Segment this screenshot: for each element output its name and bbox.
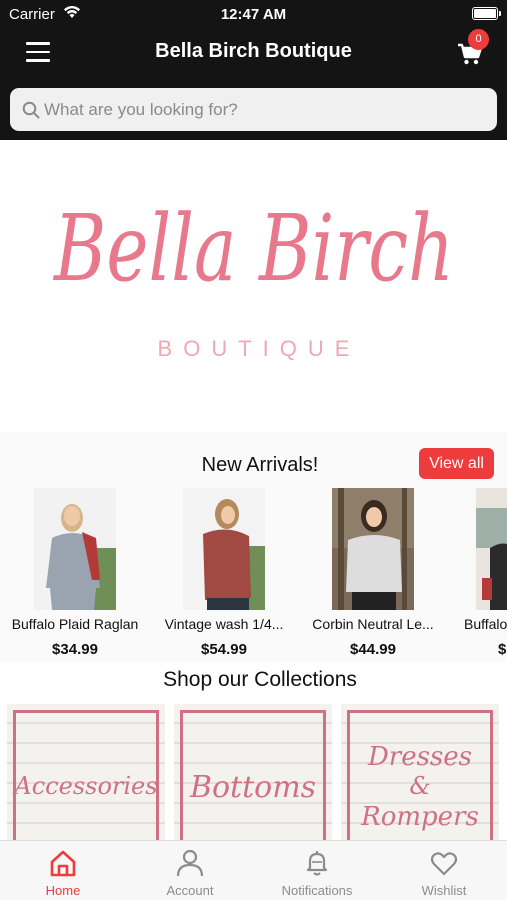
collection-card-accessories[interactable]: Accessories: [7, 704, 165, 842]
tab-label: Account: [166, 883, 214, 898]
brand-logo-script: Bella Birch: [52, 195, 454, 302]
tab-wishlist[interactable]: Wishlist: [381, 841, 507, 900]
bell-icon: [306, 851, 328, 876]
search-input[interactable]: [44, 88, 484, 131]
product-image: [183, 488, 265, 610]
product-name: Corbin Neutral Le...: [312, 616, 434, 632]
product-name: Buffalo: [464, 616, 507, 632]
status-bar: Carrier 12:47 AM: [0, 0, 507, 28]
brand-logo-subtitle: BOUTIQUE: [157, 336, 361, 361]
new-arrivals-section: New Arrivals! View all Buffalo Plaid Rag…: [0, 432, 507, 662]
product-name: Buffalo Plaid Raglan: [11, 616, 139, 632]
svg-text:Bella Birch: Bella Birch: [52, 195, 454, 302]
product-price: $34.99: [52, 641, 98, 658]
product-image: [332, 488, 414, 610]
brand-banner: Bella Birch BOUTIQUE: [0, 140, 507, 432]
product-price: $: [498, 641, 507, 658]
product-card[interactable]: Vintage wash 1/4... $54.99: [149, 488, 299, 662]
collection-card-bottoms[interactable]: Bottoms: [174, 704, 332, 842]
tab-account[interactable]: Account: [127, 841, 253, 900]
product-image: [476, 488, 507, 610]
product-image: [34, 488, 116, 610]
tab-label: Notifications: [281, 883, 353, 898]
collection-label: Rompers: [361, 802, 479, 832]
product-card[interactable]: Corbin Neutral Le... $44.99: [298, 488, 448, 662]
collection-label: Bottoms: [189, 770, 317, 805]
product-card[interactable]: Buffalo $: [447, 488, 507, 662]
search-bar-area: [0, 78, 507, 140]
product-card[interactable]: Buffalo Plaid Raglan $34.99: [0, 488, 150, 662]
tab-home[interactable]: Home: [0, 841, 126, 900]
collections-title: Shop our Collections: [163, 668, 357, 691]
tab-notifications[interactable]: Notifications: [254, 841, 380, 900]
tab-label: Home: [45, 883, 81, 898]
tab-bar: Home Account Notifications Wishlist: [0, 840, 507, 900]
product-name: Vintage wash 1/4...: [164, 616, 284, 632]
page-title: Bella Birch Boutique: [155, 40, 352, 62]
heart-icon: [430, 852, 458, 876]
collection-label: Dresses: [367, 742, 473, 772]
collection-label: &: [409, 772, 431, 800]
cart-count-badge: 0: [468, 29, 489, 50]
collection-label: Accessories: [14, 772, 158, 800]
search-icon: [22, 101, 40, 119]
product-price: $44.99: [350, 641, 396, 658]
product-price: $54.99: [201, 641, 247, 658]
nav-bar: Bella Birch Boutique: [0, 28, 507, 78]
collection-card-dresses-rompers[interactable]: Dresses & Rompers: [341, 704, 499, 842]
search-box[interactable]: [10, 88, 497, 131]
person-icon: [176, 849, 204, 877]
status-time: 12:47 AM: [220, 6, 287, 23]
battery-icon: [472, 7, 501, 20]
view-all-button[interactable]: View all: [419, 448, 494, 479]
home-icon: [50, 850, 76, 877]
tab-label: Wishlist: [421, 883, 467, 898]
